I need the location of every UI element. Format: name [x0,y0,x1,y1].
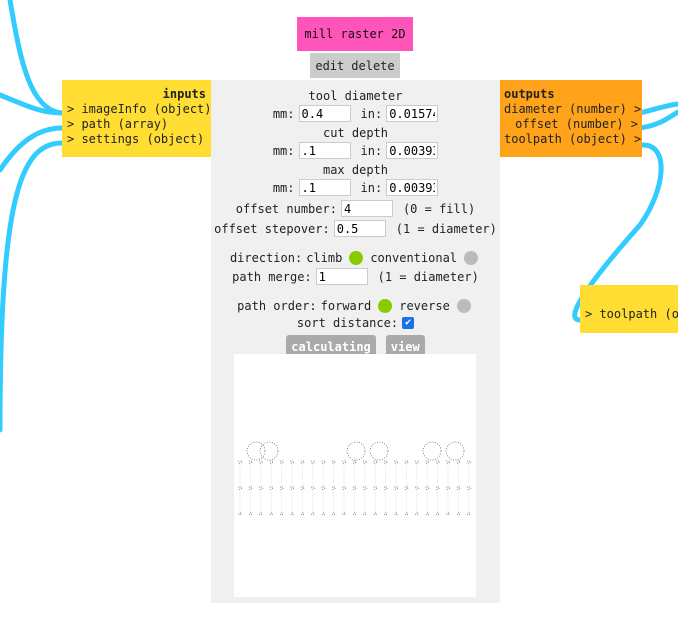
in-label: in: [360,180,383,195]
max-depth-label: max depth [322,163,389,177]
wire-offset [637,109,678,131]
edit-button[interactable]: edit [315,59,344,73]
tool-diameter-label: tool diameter [308,89,403,103]
tool-diameter-mm-input[interactable] [298,105,351,122]
reverse-radio[interactable] [456,298,471,313]
path-merge-input[interactable] [315,268,368,285]
toolpath-mark [415,512,419,516]
conventional-radio[interactable] [464,250,479,265]
next-node-port-toolpath[interactable]: > toolpath (ob [585,307,678,322]
toolpath-mark [422,441,442,461]
wire-diameter [637,101,678,116]
next-node-header: i [585,291,678,307]
path-merge-label: path merge: [232,269,312,284]
toolpath-mark [259,441,279,461]
toolpath-mark [332,512,336,516]
forward-label: forward [320,298,372,313]
toolpath-mark [346,441,366,461]
mm-label: mm: [272,180,295,195]
toolpath-mark [311,512,315,516]
toolpath-mark [446,512,450,516]
node-title[interactable]: mill raster 2D [297,17,413,51]
cut-depth-label: cut depth [322,126,389,140]
toolpath-mark [394,512,398,516]
offset-number-input[interactable] [340,200,393,217]
sort-distance-label: sort distance: [296,316,399,330]
output-port-offset[interactable]: offset (number) > [504,117,638,132]
toolpath-mark [259,512,263,516]
toolpath-mark [342,512,346,516]
sort-distance-checkbox[interactable]: ✔ [402,317,415,329]
climb-label: climb [306,250,343,265]
toolpath-mark [290,512,294,516]
cut-depth-in-input[interactable] [386,142,439,159]
climb-radio[interactable] [349,250,364,265]
wire-settings [0,140,65,433]
toolpath-mark [246,441,266,461]
cut-depth-mm-input[interactable] [298,142,351,159]
toolpath-mark [445,441,465,461]
reverse-label: reverse [399,298,450,313]
toolpath-mark [280,512,284,516]
toolpath-preview [234,354,476,597]
offset-number-label: offset number: [235,201,337,216]
toolpath-mark [456,512,460,516]
toolpath-mark [300,512,304,516]
inputs-header: inputs [162,87,206,101]
node-actions: edit delete [310,53,400,78]
toolpath-mark [248,512,252,516]
offset-stepover-hint: (1 = diameter) [395,221,497,236]
wire-top-left [7,0,65,116]
toolpath-mark [436,512,440,516]
toolpath-mark [404,512,408,516]
toolpath-mark [384,512,388,516]
path-order-label: path order: [237,298,317,313]
toolpath-mark [238,512,242,516]
outputs-header: outputs [504,87,555,101]
outputs-panel: outputs diameter (number) > offset (numb… [500,80,642,157]
input-port-path[interactable]: > path (array) [67,117,206,132]
mm-label: mm: [272,143,295,158]
input-port-imageinfo[interactable]: > imageInfo (object) [67,102,212,117]
output-port-toolpath[interactable]: toolpath (object) > [504,132,641,147]
toolpath-mark [467,512,471,516]
offset-stepover-input[interactable] [333,220,386,237]
toolpath-mark [425,512,429,516]
toolpath-preview-drawing [238,441,471,516]
mm-label: mm: [272,106,295,121]
in-label: in: [360,143,383,158]
tool-diameter-in-input[interactable] [386,105,439,122]
inputs-panel: inputs > imageInfo (object) > path (arra… [62,80,212,157]
toolpath-mark [352,512,356,516]
direction-label: direction: [229,250,303,265]
output-port-diameter[interactable]: diameter (number) > [504,102,641,117]
toolpath-mark [321,512,325,516]
conventional-label: conventional [370,250,458,265]
node-title-text: mill raster 2D [304,27,406,41]
toolpath-mark [369,441,389,461]
delete-button[interactable]: delete [351,59,394,73]
offset-number-hint: (0 = fill) [402,201,476,216]
in-label: in: [360,106,383,121]
toolpath-mark [269,512,273,516]
max-depth-mm-input[interactable] [298,179,351,196]
max-depth-in-input[interactable] [386,179,439,196]
next-node-inputs: i > toolpath (ob [580,285,678,333]
toolpath-mark [373,512,377,516]
path-merge-hint: (1 = diameter) [377,269,479,284]
offset-stepover-label: offset stepover: [214,221,330,236]
toolpath-mark [363,512,367,516]
input-port-settings[interactable]: > settings (object) [67,132,206,147]
forward-radio[interactable] [378,298,393,313]
